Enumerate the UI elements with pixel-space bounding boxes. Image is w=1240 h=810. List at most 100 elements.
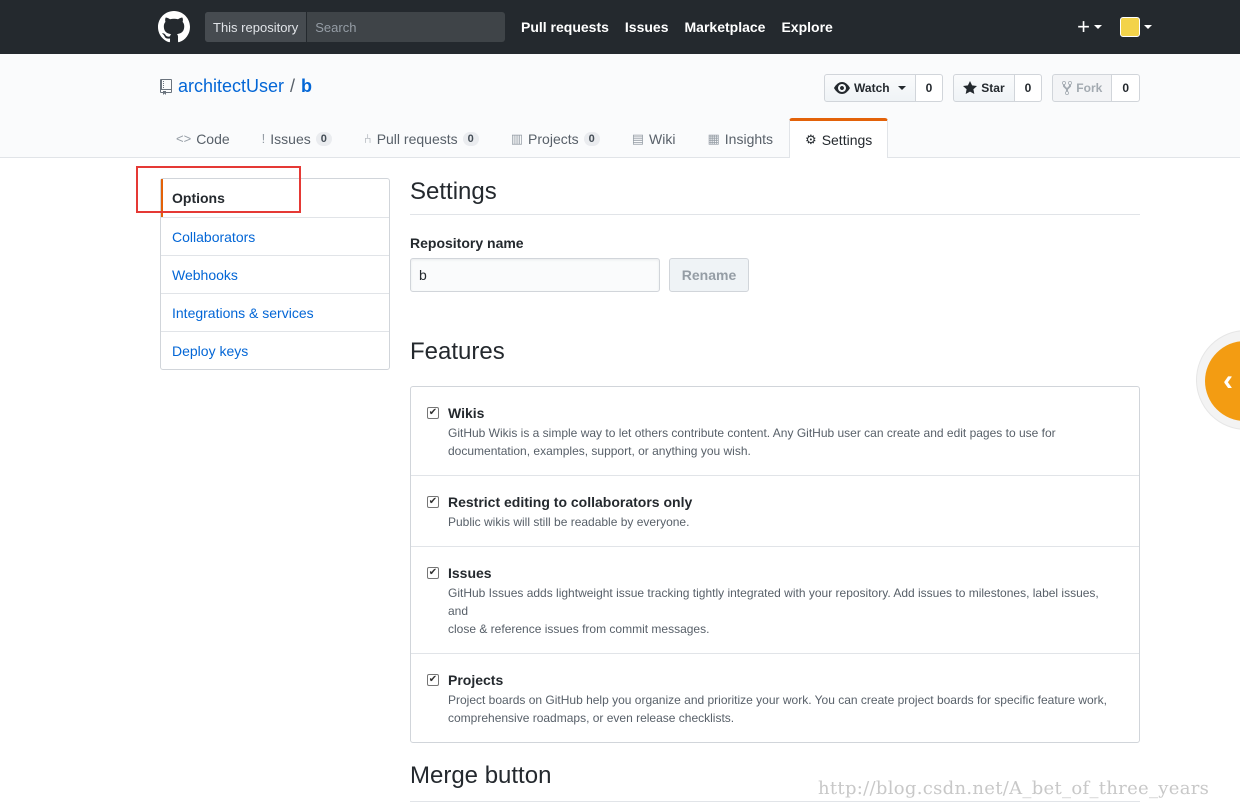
tab-label: Insights [724, 130, 774, 147]
star-control: Star 0 [953, 74, 1043, 102]
header-actions: + [1077, 14, 1152, 39]
menu-item-webhooks[interactable]: Webhooks [161, 255, 389, 293]
fork-count[interactable]: 0 [1112, 74, 1140, 102]
watch-button[interactable]: Watch [824, 74, 916, 102]
repo-icon [160, 78, 172, 95]
repo-separator: / [290, 76, 296, 96]
highlight-annotation-box [136, 166, 301, 213]
feature-issues: ✔ Issues GitHub Issues adds lightweight … [411, 546, 1139, 653]
issues-checkbox[interactable]: ✔ [427, 567, 439, 579]
feature-desc-line: close & reference issues from commit mes… [448, 622, 710, 636]
issue-icon: ! [261, 131, 266, 146]
tab-label: Wiki [649, 130, 676, 147]
watch-count[interactable]: 0 [915, 74, 944, 102]
global-header: This repository Pull requests Issues Mar… [0, 0, 1240, 54]
feature-desc-line: Project boards on GitHub help you organi… [448, 693, 1108, 707]
feature-name: Wikis [448, 405, 485, 421]
nav-marketplace[interactable]: Marketplace [685, 19, 766, 35]
menu-item-integrations[interactable]: Integrations & services [161, 293, 389, 331]
tab-label: Projects [528, 130, 579, 147]
feature-description: Project boards on GitHub help you organi… [448, 691, 1119, 727]
repo-owner-link[interactable]: architectUser [178, 76, 284, 97]
tab-wiki[interactable]: ▤ Wiki [616, 118, 692, 158]
chevron-down-icon [897, 86, 906, 90]
feature-wikis: ✔ Wikis GitHub Wikis is a simple way to … [411, 387, 1139, 475]
tab-projects[interactable]: ▥ Projects 0 [495, 118, 616, 158]
repo-title: architectUser / b [160, 76, 312, 97]
restrict-editing-checkbox[interactable]: ✔ [427, 496, 439, 508]
tab-insights[interactable]: ▦ Insights [691, 118, 789, 158]
settings-main: Settings Repository name Rename Features… [410, 178, 1140, 743]
watermark: http://blog.csdn.net/A_bet_of_three_year… [818, 778, 1210, 799]
fork-button[interactable]: Fork [1052, 74, 1113, 102]
feature-desc-line: Public wikis will still be readable by e… [448, 515, 690, 529]
book-icon: ▤ [631, 130, 645, 146]
rename-button[interactable]: Rename [669, 258, 749, 292]
nav-explore[interactable]: Explore [781, 19, 832, 35]
feature-description: GitHub Issues adds lightweight issue tra… [448, 584, 1119, 638]
tab-code[interactable]: <> Code [160, 118, 246, 158]
gear-icon: ⚙ [805, 131, 817, 147]
tab-issues[interactable]: ! Issues 0 [246, 118, 348, 158]
plus-icon: + [1077, 14, 1090, 39]
feature-name: Restrict editing to collaborators only [448, 494, 693, 510]
feature-name: Projects [448, 672, 504, 688]
tab-label: Pull requests [376, 130, 458, 147]
feature-desc-line: GitHub Wikis is a simple way to let othe… [448, 426, 1056, 440]
settings-title: Settings [410, 178, 1140, 215]
search-scope-label: This repository [205, 12, 308, 42]
chevron-down-icon [1094, 25, 1102, 29]
repo-name-input[interactable] [410, 258, 660, 292]
search-input[interactable] [307, 12, 505, 42]
feature-restrict-editing: ✔ Restrict editing to collaborators only… [411, 475, 1139, 546]
menu-item-collaborators[interactable]: Collaborators [161, 217, 389, 255]
wikis-checkbox[interactable]: ✔ [427, 407, 439, 419]
repo-name-link[interactable]: b [301, 76, 312, 97]
nav-issues[interactable]: Issues [625, 19, 669, 35]
projects-counter: 0 [583, 131, 600, 146]
feature-desc-line: documentation, examples, support, or any… [448, 444, 751, 458]
features-title: Features [410, 338, 505, 365]
watch-label: Watch [854, 81, 890, 95]
feature-desc-line: GitHub Issues adds lightweight issue tra… [448, 586, 1099, 618]
repo-tabs: <> Code ! Issues 0 ⑃ Pull requests 0 ▥ P… [160, 118, 889, 158]
tab-label: Code [196, 130, 230, 147]
nav-pull-requests[interactable]: Pull requests [521, 19, 609, 35]
chevron-down-icon [1144, 25, 1152, 29]
merge-button-title: Merge button [410, 762, 552, 789]
feature-projects: ✔ Projects Project boards on GitHub help… [411, 653, 1139, 742]
project-icon: ▥ [510, 130, 524, 146]
watch-control: Watch 0 [824, 74, 944, 102]
chevron-left-icon: ‹ [1205, 341, 1240, 421]
create-new-button[interactable]: + [1077, 14, 1102, 39]
projects-checkbox[interactable]: ✔ [427, 674, 439, 686]
global-nav: Pull requests Issues Marketplace Explore [521, 0, 849, 54]
search-bar: This repository [205, 12, 505, 42]
menu-item-deploy-keys[interactable]: Deploy keys [161, 331, 389, 369]
star-label: Star [981, 81, 1005, 95]
feature-description: GitHub Wikis is a simple way to let othe… [448, 424, 1119, 460]
issues-counter: 0 [315, 131, 332, 146]
divider [410, 801, 1140, 802]
features-box: ✔ Wikis GitHub Wikis is a simple way to … [410, 386, 1140, 743]
repo-name-label: Repository name [410, 235, 524, 251]
floating-widget[interactable]: ‹ [1196, 330, 1240, 430]
tab-settings[interactable]: ⚙ Settings [789, 118, 889, 158]
pull-request-icon: ⑃ [363, 131, 372, 146]
feature-desc-line: comprehensive roadmaps, or even release … [448, 711, 735, 725]
star-count[interactable]: 0 [1014, 74, 1043, 102]
fork-label: Fork [1076, 81, 1103, 95]
user-menu-button[interactable] [1120, 17, 1152, 37]
github-logo-icon[interactable] [158, 11, 190, 43]
repo-header: architectUser / b Watch 0 Star 0 Fork 0 [0, 54, 1240, 158]
code-icon: <> [176, 131, 192, 146]
pull-requests-counter: 0 [462, 131, 479, 146]
graph-icon: ▦ [707, 130, 720, 146]
rename-row: Rename [410, 258, 1140, 292]
tab-label: Settings [821, 131, 873, 148]
eye-icon [834, 82, 851, 94]
star-button[interactable]: Star [953, 74, 1015, 102]
feature-name: Issues [448, 565, 492, 581]
repo-actions: Watch 0 Star 0 Fork 0 [824, 74, 1140, 102]
tab-pull-requests[interactable]: ⑃ Pull requests 0 [348, 118, 495, 158]
